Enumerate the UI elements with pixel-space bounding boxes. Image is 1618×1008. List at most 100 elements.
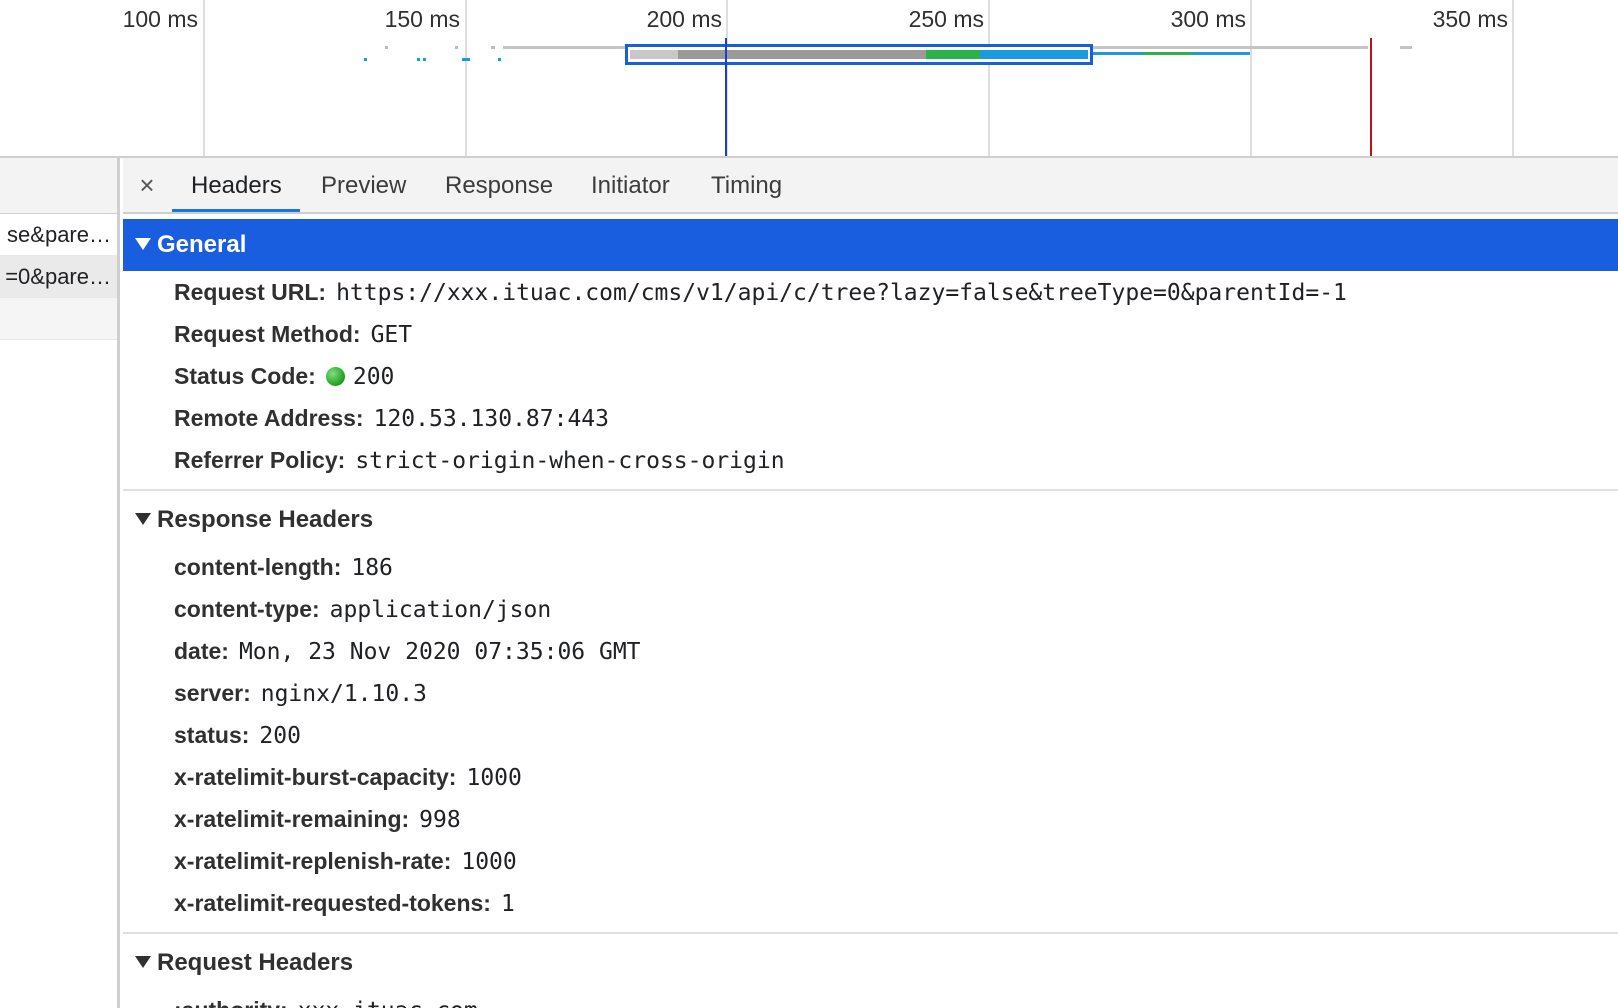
response-header-row: x-ratelimit-burst-capacity: 1000 <box>174 756 1618 798</box>
request-list: se&pare… =0&pare… <box>0 158 120 1008</box>
header-value: 200 <box>352 364 395 390</box>
header-key: x-ratelimit-replenish-rate: <box>174 848 452 874</box>
section-divider <box>123 489 1618 491</box>
active-tab-indicator <box>172 209 300 212</box>
section-response-headers-body: content-length: 186 content-type: applicat… <box>123 546 1618 924</box>
header-key: status: <box>174 722 250 748</box>
tick-line <box>1250 0 1252 156</box>
triangle-down-icon <box>135 955 151 968</box>
load-event-marker <box>1370 38 1372 156</box>
header-value: 1 <box>500 891 515 917</box>
tick-label-150: 150 ms <box>384 6 460 32</box>
response-header-row: server: nginx/1.10.3 <box>174 672 1618 714</box>
waterfall-bar <box>364 58 367 61</box>
request-name: se&pare… <box>7 222 111 247</box>
header-key: :authority: <box>174 997 288 1008</box>
header-value: application/json <box>329 597 552 623</box>
header-value: 200 <box>259 723 301 749</box>
section-request-headers-body: :authority: xxx.ituac.com <box>123 989 1618 1008</box>
section-title: General <box>157 231 247 258</box>
general-row: Referrer Policy: strict-origin-when-cross… <box>174 439 1618 481</box>
header-value: 186 <box>351 555 393 581</box>
tick-line <box>988 0 990 156</box>
header-value: strict-origin-when-cross-origin <box>355 448 785 474</box>
general-row: Status Code: 200 <box>174 355 1618 397</box>
header-key: x-ratelimit-requested-tokens: <box>174 890 491 916</box>
request-header-row: :authority: xxx.ituac.com <box>174 989 1618 1008</box>
dom-content-loaded-marker <box>725 38 727 156</box>
header-value: xxx.ituac.com <box>298 998 478 1008</box>
triangle-down-icon <box>135 237 151 250</box>
tick-label-200: 200 ms <box>646 6 722 32</box>
details-tabbar: × Headers Preview Response Initiator Tim… <box>123 158 1618 214</box>
response-header-row: x-ratelimit-requested-tokens: 1 <box>174 882 1618 924</box>
header-value: nginx/1.10.3 <box>260 681 427 707</box>
waterfall-bar <box>491 46 495 49</box>
section-request-headers-header[interactable]: Request Headers <box>123 937 1618 989</box>
request-list-header <box>0 158 117 214</box>
tick-label-250: 250 ms <box>908 6 984 32</box>
header-key: Referrer Policy: <box>174 447 346 473</box>
waterfall-bar <box>1193 52 1250 55</box>
general-row: Request URL: https://xxx.ituac.com/cms/v1… <box>174 271 1618 313</box>
general-row: Request Method: GET <box>174 313 1618 355</box>
waterfall-bar <box>462 58 470 61</box>
header-key: x-ratelimit-remaining: <box>174 806 410 832</box>
request-name: =0&pare… <box>5 264 111 289</box>
request-details-pane: × Headers Preview Response Initiator Tim… <box>123 158 1618 1008</box>
waterfall-bar <box>1400 46 1412 49</box>
header-key: Request Method: <box>174 321 361 347</box>
header-value: Mon, 23 Nov 2020 07:35:06 GMT <box>238 639 641 665</box>
status-ok-icon <box>325 367 345 386</box>
request-row[interactable]: se&pare… <box>0 214 117 256</box>
section-response-headers-header[interactable]: Response Headers <box>123 494 1618 546</box>
close-icon[interactable]: × <box>133 168 161 202</box>
waterfall-bar <box>417 58 420 61</box>
header-value: https://xxx.ituac.com/cms/v1/api/c/tree?… <box>336 280 1347 306</box>
waterfall-bar <box>455 46 458 49</box>
waterfall-bar <box>385 46 388 49</box>
section-general-body: Request URL: https://xxx.ituac.com/cms/v1… <box>123 271 1618 481</box>
section-general-header[interactable]: General <box>123 219 1618 271</box>
header-value: 1000 <box>466 765 522 791</box>
network-overview-timeline[interactable]: 100 ms 150 ms 200 ms 250 ms 300 ms 350 m… <box>0 0 1618 158</box>
tick-label-350: 350 ms <box>1432 6 1508 32</box>
triangle-down-icon <box>135 512 151 525</box>
tab-initiator[interactable]: Initiator <box>591 158 670 214</box>
waterfall-bar <box>1093 52 1143 55</box>
header-key: Remote Address: <box>174 405 364 431</box>
response-header-row: content-length: 186 <box>174 546 1618 588</box>
tick-line <box>203 0 205 156</box>
header-key: date: <box>174 638 229 664</box>
header-key: content-type: <box>174 596 320 622</box>
response-header-row: x-ratelimit-remaining: 998 <box>174 798 1618 840</box>
section-title: Request Headers <box>157 949 354 976</box>
tab-preview[interactable]: Preview <box>321 158 406 214</box>
header-value: 1000 <box>461 849 517 875</box>
section-title: Response Headers <box>157 506 374 533</box>
tick-line <box>1512 0 1514 156</box>
tab-headers[interactable]: Headers <box>191 158 282 214</box>
tick-line <box>465 0 467 156</box>
header-value: 998 <box>419 807 461 833</box>
request-row[interactable] <box>0 298 117 340</box>
header-key: Status Code: <box>174 363 316 389</box>
selected-request-bar[interactable] <box>625 44 1093 65</box>
tick-label-100: 100 ms <box>122 6 198 32</box>
response-header-row: x-ratelimit-replenish-rate: 1000 <box>174 840 1618 882</box>
response-header-row: status: 200 <box>174 714 1618 756</box>
section-divider <box>123 932 1618 934</box>
tick-label-300: 300 ms <box>1170 6 1246 32</box>
response-header-row: content-type: application/json <box>174 588 1618 630</box>
waterfall-bar <box>423 58 426 61</box>
waterfall-bar <box>498 58 501 61</box>
header-value: GET <box>370 322 413 348</box>
tab-response[interactable]: Response <box>445 158 553 214</box>
tab-timing[interactable]: Timing <box>711 158 782 214</box>
header-key: Request URL: <box>174 279 327 305</box>
response-header-row: date: Mon, 23 Nov 2020 07:35:06 GMT <box>174 630 1618 672</box>
header-value: 120.53.130.87:443 <box>373 406 609 432</box>
header-key: server: <box>174 680 251 706</box>
request-row-selected[interactable]: =0&pare… <box>0 256 117 298</box>
general-row: Remote Address: 120.53.130.87:443 <box>174 397 1618 439</box>
